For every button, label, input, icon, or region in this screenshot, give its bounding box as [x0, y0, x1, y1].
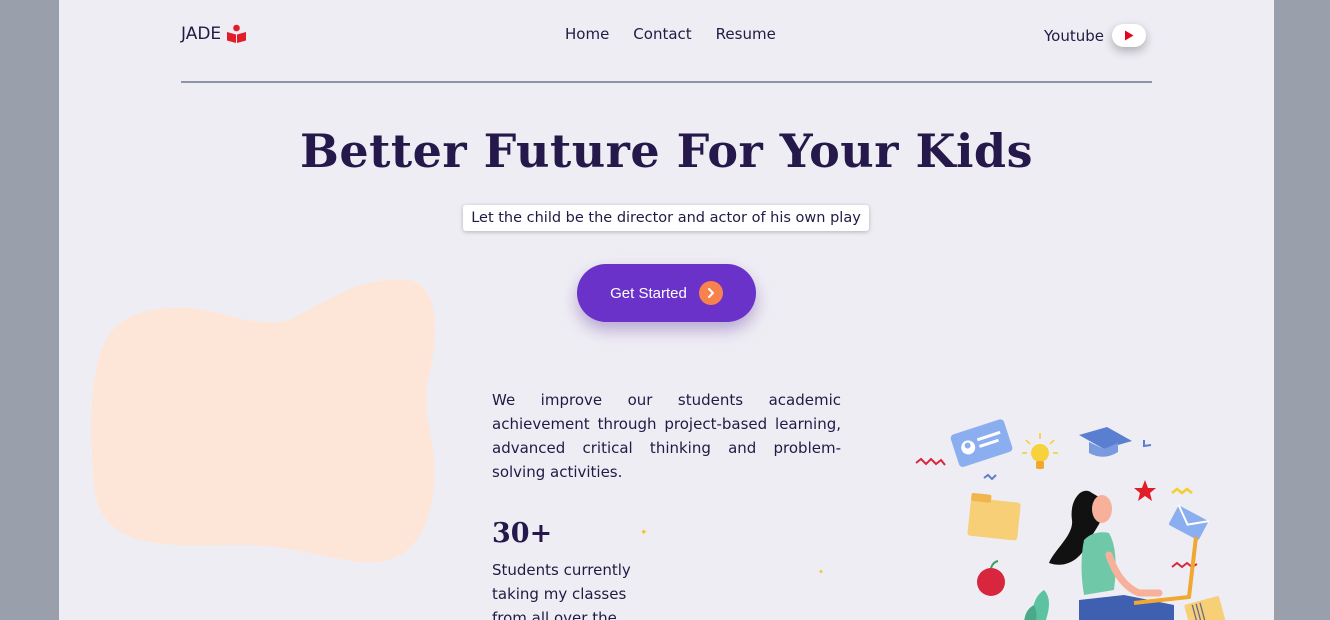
logo[interactable]: JADE — [181, 24, 247, 44]
book-reader-icon — [226, 24, 247, 44]
about-text: We improve our students academic achieve… — [492, 391, 841, 481]
nav-home-link[interactable]: Home — [565, 25, 609, 43]
get-started-label: Get Started — [610, 284, 687, 302]
stat-number: 30+ — [492, 518, 553, 549]
nav-contact-link[interactable]: Contact — [633, 25, 691, 43]
main-nav: Home Contact Resume — [565, 25, 776, 43]
chevron-right-icon — [698, 281, 723, 305]
youtube-play-icon[interactable] — [1112, 24, 1146, 47]
student-laptop-illustration — [915, 419, 1226, 620]
nav-resume-link[interactable]: Resume — [716, 25, 776, 43]
sparkle-icon: ✦ — [640, 528, 648, 538]
hero-title: Better Future For Your Kids — [300, 124, 1033, 178]
get-started-button[interactable]: Get Started — [577, 264, 756, 322]
youtube-link[interactable]: Youtube — [1044, 24, 1146, 47]
sparkle-icon: ✦ — [818, 568, 824, 576]
header-divider — [181, 81, 1152, 83]
hero-tagline: Let the child be the director and actor … — [463, 205, 869, 231]
logo-text: JADE — [181, 24, 222, 44]
stat-text: Students currently taking my classes fro… — [492, 561, 631, 620]
decorative-blob — [91, 279, 435, 563]
youtube-label: Youtube — [1044, 26, 1104, 45]
page: JADE Home Contact Resume Youtube Better … — [59, 0, 1274, 620]
